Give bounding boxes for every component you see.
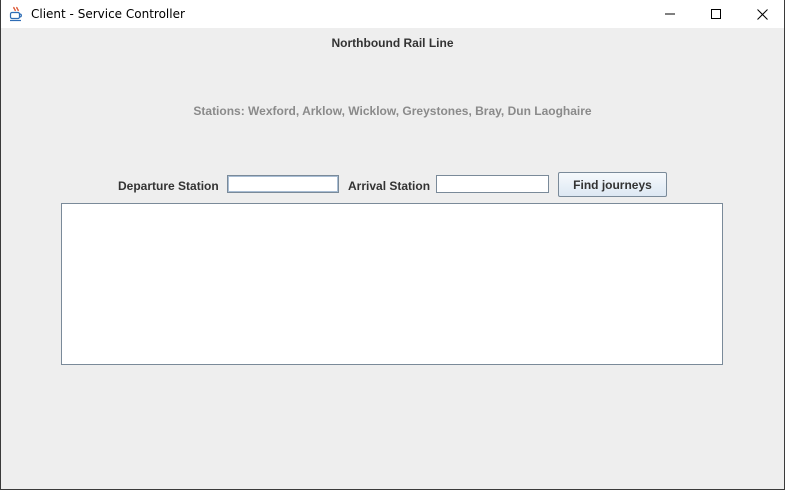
content-panel: Northbound Rail Line Stations: Wexford, … (1, 28, 784, 489)
page-title: Northbound Rail Line (331, 36, 454, 50)
maximize-icon (711, 9, 721, 19)
close-button[interactable] (739, 0, 785, 28)
minimize-icon (665, 13, 675, 15)
find-journeys-button[interactable]: Find journeys (558, 172, 667, 197)
title-bar[interactable]: Client - Service Controller (1, 0, 784, 28)
journey-results-textarea[interactable] (61, 203, 723, 365)
app-window: Client - Service Controller Northbound R… (0, 0, 785, 490)
stations-list-label: Stations: Wexford, Arklow, Wicklow, Grey… (193, 104, 592, 118)
maximize-button[interactable] (693, 0, 739, 28)
close-icon (756, 8, 768, 20)
minimize-button[interactable] (647, 0, 693, 28)
arrival-station-input[interactable] (436, 175, 549, 193)
java-cup-icon (9, 6, 23, 22)
arrival-station-label: Arrival Station (348, 179, 431, 193)
departure-station-label: Departure Station (118, 179, 219, 193)
departure-station-input[interactable] (227, 175, 339, 193)
window-title: Client - Service Controller (31, 7, 185, 21)
